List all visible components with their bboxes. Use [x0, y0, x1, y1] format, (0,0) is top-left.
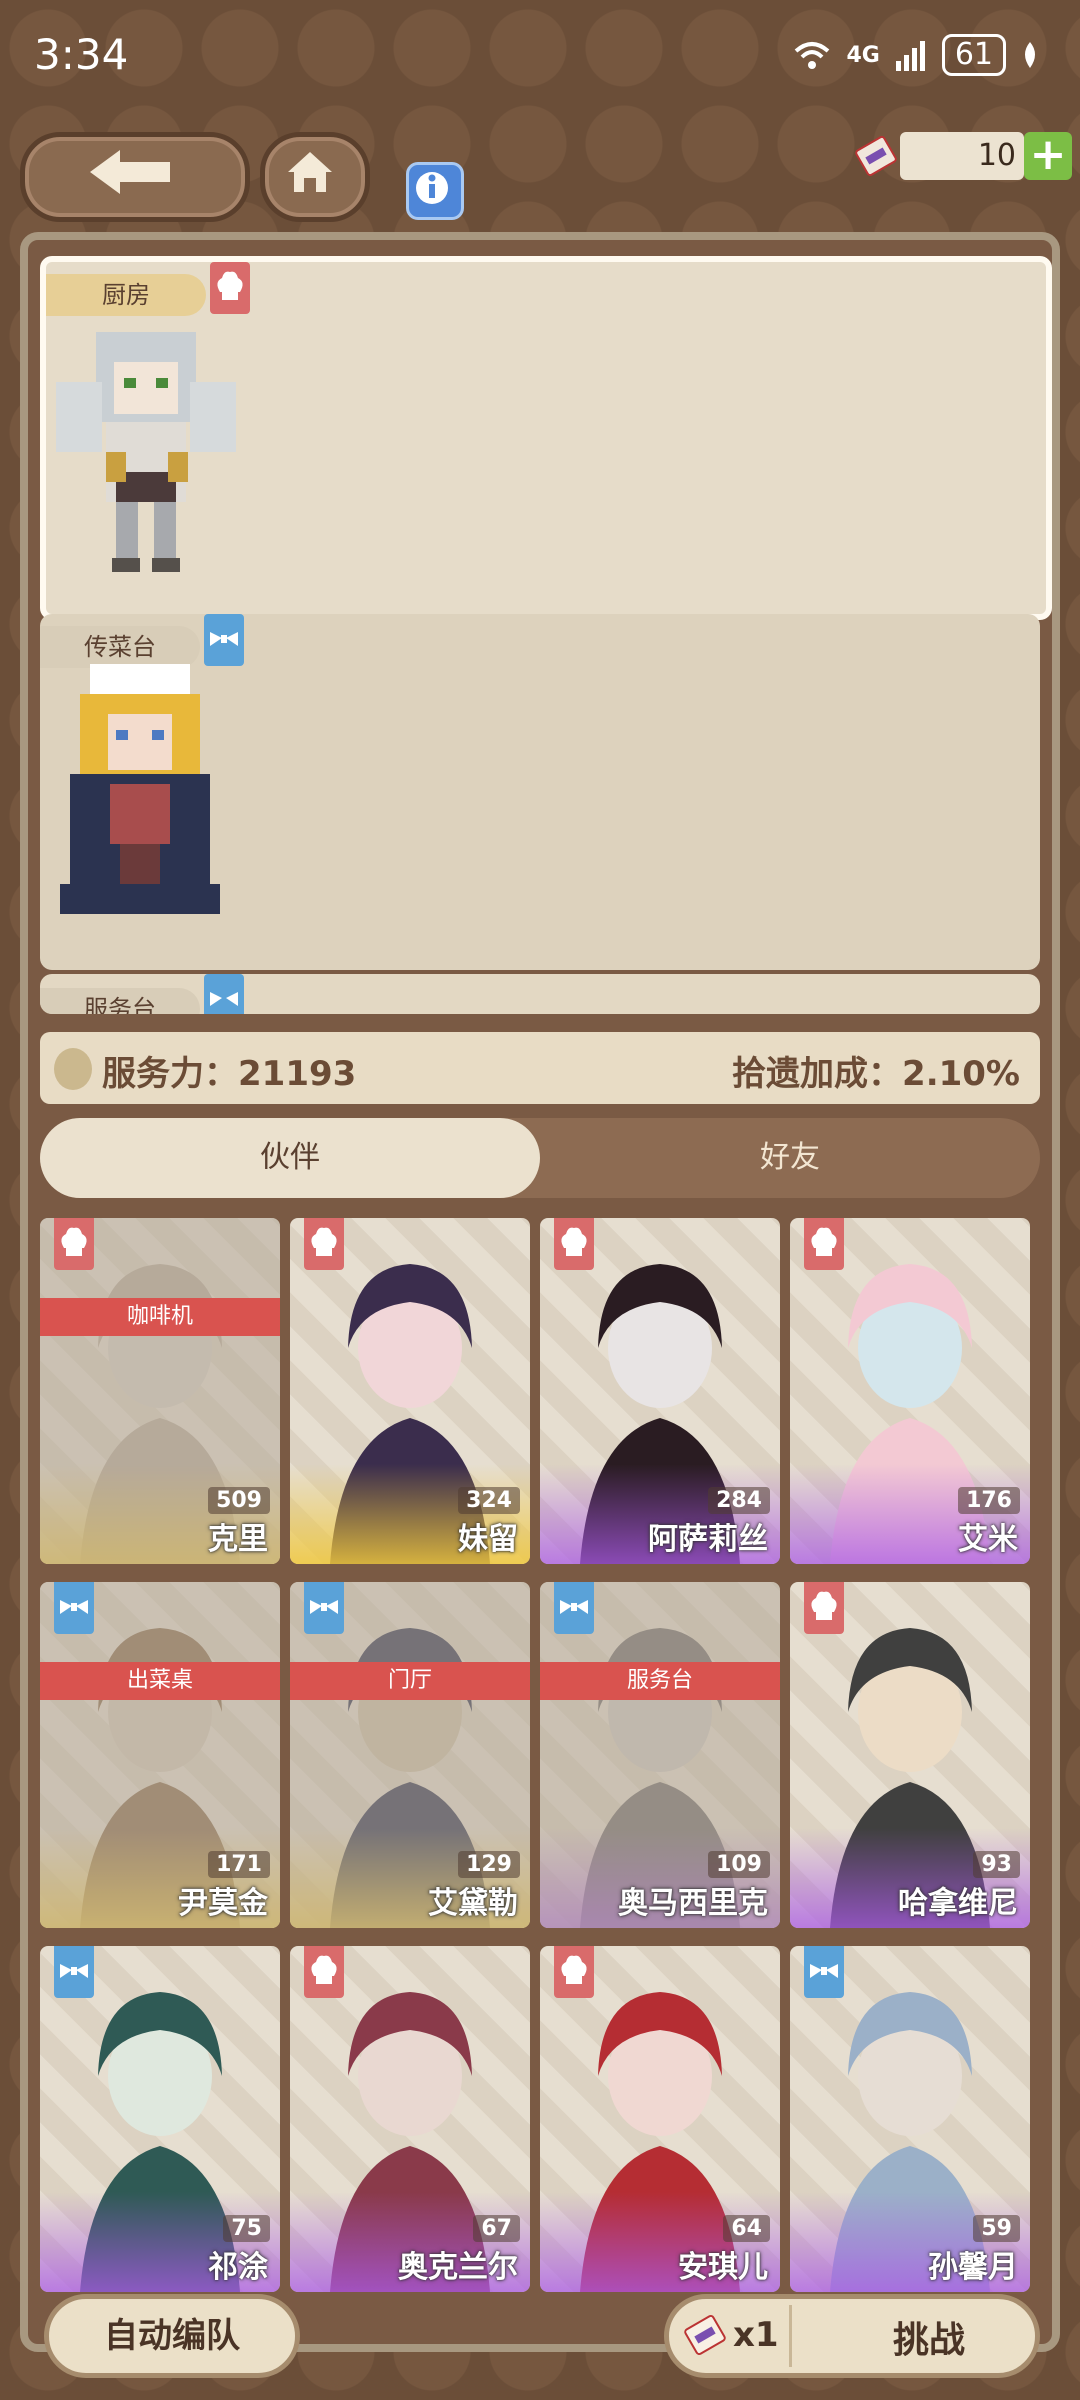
card-name: 妹留: [458, 1522, 518, 1557]
partner-card[interactable]: 出菜桌 171 尹莫金: [40, 1582, 280, 1928]
bowtie-icon: [804, 1946, 844, 1998]
chef-hat-icon: [554, 1218, 594, 1270]
card-power: 59: [973, 2215, 1020, 2242]
server-character-sprite: [60, 664, 220, 914]
card-power: 284: [708, 1487, 770, 1514]
assigned-station-label: 服务台: [540, 1662, 780, 1700]
chef-character-sprite: [56, 332, 236, 572]
info-icon: [416, 172, 448, 204]
section-front-desk[interactable]: 服务台: [40, 974, 1040, 1014]
tab-bar: 伙伴 好友: [40, 1118, 1040, 1198]
card-name: 阿萨莉丝: [648, 1522, 768, 1557]
pickup-bonus-label: 拾遗加成：: [732, 1054, 903, 1094]
section-serving-counter[interactable]: 传菜台: [40, 614, 1040, 970]
card-name: 克里: [208, 1522, 268, 1557]
partner-card[interactable]: 门厅 129 艾黛勒: [290, 1582, 530, 1928]
card-power: 93: [973, 1851, 1020, 1878]
partner-card[interactable]: 176 艾米: [790, 1218, 1030, 1564]
card-name: 祁涂: [208, 2250, 268, 2285]
partner-card[interactable]: 75 祁涂: [40, 1946, 280, 2292]
tab-partner[interactable]: 伙伴: [40, 1118, 540, 1198]
chef-hat-icon: [304, 1946, 344, 1998]
section-label: 厨房: [46, 274, 206, 316]
service-power-icon: [54, 1048, 92, 1090]
house-icon: [288, 152, 332, 192]
chef-hat-icon: [210, 262, 250, 314]
ticket-icon: [684, 2314, 726, 2356]
card-name: 哈拿维尼: [898, 1886, 1018, 1921]
section-kitchen[interactable]: 厨房: [40, 256, 1052, 620]
network-type: 4G: [846, 42, 880, 68]
ticket-icon: [855, 135, 897, 177]
partner-card[interactable]: 284 阿萨莉丝: [540, 1218, 780, 1564]
card-power: 109: [708, 1851, 770, 1878]
card-name: 艾黛勒: [428, 1886, 518, 1921]
pickup-bonus: 拾遗加成：2.10%: [732, 1046, 1020, 1095]
leaf-icon: [1025, 42, 1035, 68]
assigned-station-label: 门厅: [290, 1662, 530, 1700]
bowtie-icon: [554, 1582, 594, 1634]
section-label: 服务台: [40, 988, 200, 1014]
card-name: 孙馨月: [928, 2250, 1018, 2285]
card-power: 64: [723, 2215, 770, 2242]
add-ticket-button[interactable]: +: [1024, 132, 1072, 180]
status-icons: 4G 61: [792, 34, 1040, 76]
card-name: 奥马西里克: [618, 1886, 768, 1921]
wifi-icon: [795, 42, 830, 69]
service-power-value: 21193: [238, 1054, 357, 1094]
challenge-button[interactable]: x1 挑战: [664, 2294, 1040, 2378]
tab-friends[interactable]: 好友: [540, 1118, 1040, 1198]
card-name: 安琪儿: [678, 2250, 768, 2285]
card-power: 509: [208, 1487, 270, 1514]
info-button[interactable]: [406, 162, 464, 220]
service-power-label: 服务力：: [102, 1054, 238, 1094]
assigned-station-label: 咖啡机: [40, 1298, 280, 1336]
bowtie-icon: [54, 1582, 94, 1634]
partner-card[interactable]: 67 奥克兰尔: [290, 1946, 530, 2292]
auto-formation-button[interactable]: 自动编队: [44, 2294, 300, 2378]
bowtie-icon: [54, 1946, 94, 1998]
challenge-label: 挑战: [892, 2320, 965, 2361]
battery-indicator: 61: [941, 34, 1006, 76]
card-power: 324: [458, 1487, 520, 1514]
card-power: 129: [458, 1851, 520, 1878]
partner-card[interactable]: 服务台 109 奥马西里克: [540, 1582, 780, 1928]
chef-hat-icon: [304, 1218, 344, 1270]
card-power: 171: [208, 1851, 270, 1878]
ticket-count: 10: [900, 132, 1024, 180]
status-time: 3:34: [34, 30, 129, 79]
signal-icon: [895, 41, 925, 71]
bowtie-icon: [204, 974, 244, 1014]
card-name: 尹莫金: [178, 1886, 268, 1921]
chef-hat-icon: [554, 1946, 594, 1998]
service-power: 服务力：21193: [102, 1046, 356, 1095]
card-name: 艾米: [958, 1522, 1018, 1557]
pickup-bonus-value: 2.10%: [902, 1054, 1020, 1094]
partner-card[interactable]: 324 妹留: [290, 1218, 530, 1564]
partner-card[interactable]: 64 安琪儿: [540, 1946, 780, 2292]
card-power: 75: [223, 2215, 270, 2242]
card-name: 奥克兰尔: [398, 2250, 518, 2285]
challenge-cost: x1: [733, 2315, 779, 2355]
divider: [789, 2305, 792, 2367]
stats-bar: 服务力：21193 拾遗加成：2.10%: [40, 1032, 1040, 1104]
card-power: 176: [958, 1487, 1020, 1514]
bowtie-icon: [304, 1582, 344, 1634]
card-power: 67: [473, 2215, 520, 2242]
chef-hat-icon: [804, 1582, 844, 1634]
chef-hat-icon: [804, 1218, 844, 1270]
assigned-station-label: 出菜桌: [40, 1662, 280, 1700]
arrow-left-icon: [90, 150, 170, 194]
partner-card[interactable]: 59 孙馨月: [790, 1946, 1030, 2292]
chef-hat-icon: [54, 1218, 94, 1270]
partner-card[interactable]: 93 哈拿维尼: [790, 1582, 1030, 1928]
partner-card[interactable]: 咖啡机 509 克里: [40, 1218, 280, 1564]
home-button[interactable]: [260, 132, 370, 222]
back-button[interactable]: [20, 132, 250, 222]
